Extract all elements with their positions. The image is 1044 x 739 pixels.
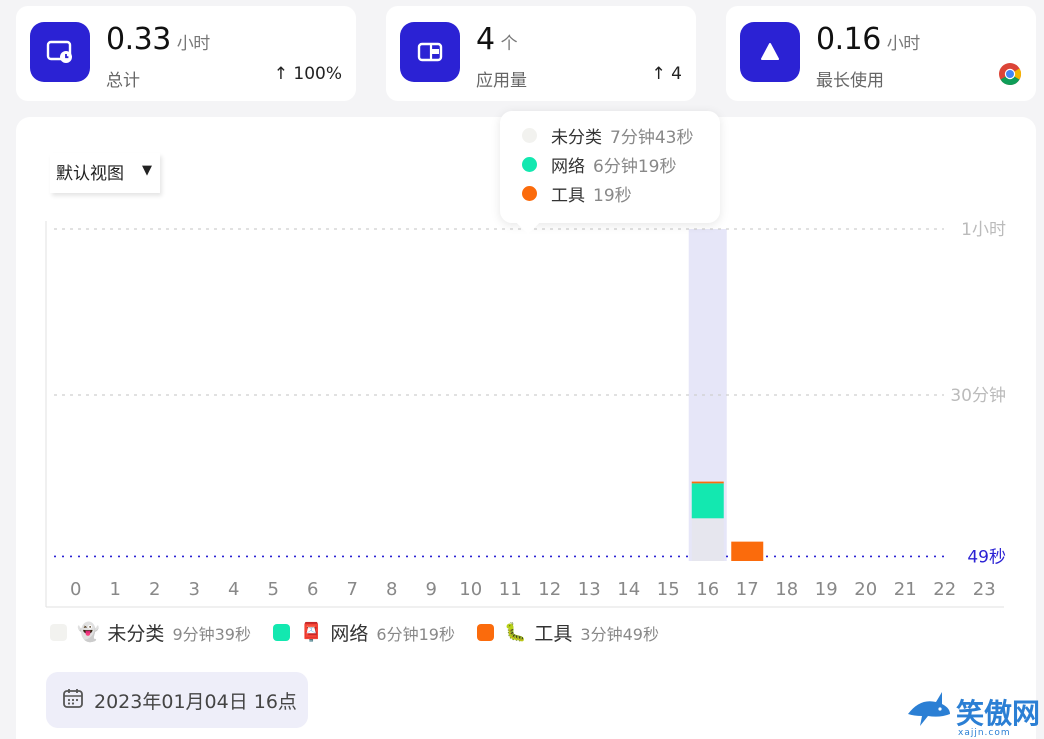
x-tick-label: 3: [189, 579, 200, 600]
stat-trend: ↑ 4: [651, 64, 682, 84]
x-tick-label: 18: [775, 579, 798, 600]
stat-label: 最长使用: [816, 71, 884, 91]
legend-item[interactable]: 👻 未分类 9分钟39秒: [50, 619, 251, 646]
x-tick-label: 0: [70, 579, 81, 600]
x-tick-label: 14: [617, 579, 640, 600]
app-window-icon: [400, 22, 460, 82]
x-tick-label: 22: [933, 579, 956, 600]
x-tick-label: 12: [538, 579, 561, 600]
x-tick-label: 8: [386, 579, 397, 600]
x-tick-label: 17: [736, 579, 759, 600]
bar-segment: [691, 481, 724, 484]
chart-tooltip: 未分类 7分钟43秒 网络 6分钟19秒 工具 19秒: [500, 111, 720, 235]
x-tick-label: 10: [459, 579, 482, 600]
x-tick-label: 6: [307, 579, 318, 600]
legend-item[interactable]: 🐛 工具 3分钟49秒: [476, 619, 659, 646]
watermark-text: 笑傲网: [956, 697, 1041, 730]
watermark-sub: xajjn.com: [958, 728, 1011, 738]
tooltip-name: 工具: [551, 186, 585, 206]
x-tick-label: 15: [657, 579, 680, 600]
stat-value: 0.33 小时: [106, 22, 210, 57]
legend-swatch: [476, 624, 494, 641]
x-tick-label: 11: [499, 579, 522, 600]
shark-logo-icon: [906, 690, 952, 734]
stat-value: 0.16 小时: [816, 22, 920, 57]
y-tick-label: 1小时: [961, 220, 1006, 240]
x-tick-label: 16: [696, 579, 719, 600]
tooltip-duration: 7分钟43秒: [610, 128, 694, 148]
legend-item[interactable]: 📮 网络 6分钟19秒: [272, 619, 455, 646]
bar-segment: [691, 518, 724, 561]
tooltip-name: 网络: [551, 157, 585, 177]
clock-screen-icon: [30, 22, 90, 82]
legend-duration: 9分钟39秒: [172, 624, 251, 644]
legend-duration: 3分钟49秒: [580, 624, 659, 644]
site-watermark: 笑傲网 xajjn.com: [906, 690, 1041, 738]
tooltip-duration: 6分钟19秒: [593, 157, 677, 177]
bar-segment: [731, 541, 764, 561]
x-tick-label: 9: [426, 579, 437, 600]
x-tick-label: 7: [347, 579, 358, 600]
usage-panel: 默认视图 ▼ 1小时 30分钟 49秒 0 1 2 3 4 5 6 7 8 9 10 11 12 13 14 15 1…: [16, 111, 1036, 739]
stat-trend: ↑ 100%: [273, 64, 342, 84]
tooltip-row: 工具 19秒: [522, 179, 698, 208]
legend-swatch: [272, 624, 290, 641]
bar-segment: [691, 483, 724, 519]
stat-value: 4个: [476, 22, 518, 57]
tooltip-name: 未分类: [551, 128, 602, 148]
x-tick-label: 20: [854, 579, 877, 600]
stat-label: 总计: [106, 71, 140, 91]
tooltip-dot: [522, 128, 537, 143]
tooltip-dot: [522, 157, 537, 172]
stat-card-total: 0.33 小时 总计 ↑ 100%: [16, 6, 356, 101]
triangle-icon: [740, 22, 800, 82]
ghost-icon: 👻: [77, 622, 100, 643]
x-tick-label: 4: [228, 579, 239, 600]
stat-card-apps: 4个 应用量 ↑ 4: [386, 6, 696, 101]
y-tick-label: 49秒: [967, 547, 1006, 567]
x-tick-label: 5: [268, 579, 279, 600]
caterpillar-icon: 🐛: [503, 622, 527, 643]
tooltip-dot: [522, 186, 537, 201]
legend-swatch: [50, 624, 67, 641]
date-label: 2023年01月04日 16点: [94, 690, 297, 713]
x-tick-label: 13: [578, 579, 601, 600]
tooltip-row: 未分类 7分钟43秒: [522, 121, 698, 150]
calendar-icon: [62, 687, 84, 714]
x-tick-label: 19: [815, 579, 838, 600]
x-tick-label: 2: [149, 579, 160, 600]
legend-name: 网络: [330, 623, 369, 645]
mailbox-icon: 📮: [299, 622, 323, 643]
stat-card-longest: 0.16 小时 最长使用: [726, 6, 1036, 101]
legend-name: 工具: [534, 623, 573, 645]
date-picker-button[interactable]: 2023年01月04日 16点: [46, 672, 308, 728]
x-tick-label: 1: [110, 579, 121, 600]
y-tick-label: 30分钟: [950, 386, 1006, 406]
legend-name: 未分类: [107, 623, 165, 645]
stat-label: 应用量: [476, 71, 527, 91]
x-tick-label: 23: [973, 579, 996, 600]
chrome-icon: [998, 62, 1022, 91]
tooltip-row: 网络 6分钟19秒: [522, 150, 698, 179]
legend-duration: 6分钟19秒: [376, 624, 455, 644]
chart-legend: 👻 未分类 9分钟39秒 📮 网络 6分钟19秒 🐛 工具 3分钟49秒: [50, 619, 681, 646]
tooltip-duration: 19秒: [593, 186, 632, 206]
x-tick-label: 21: [894, 579, 917, 600]
